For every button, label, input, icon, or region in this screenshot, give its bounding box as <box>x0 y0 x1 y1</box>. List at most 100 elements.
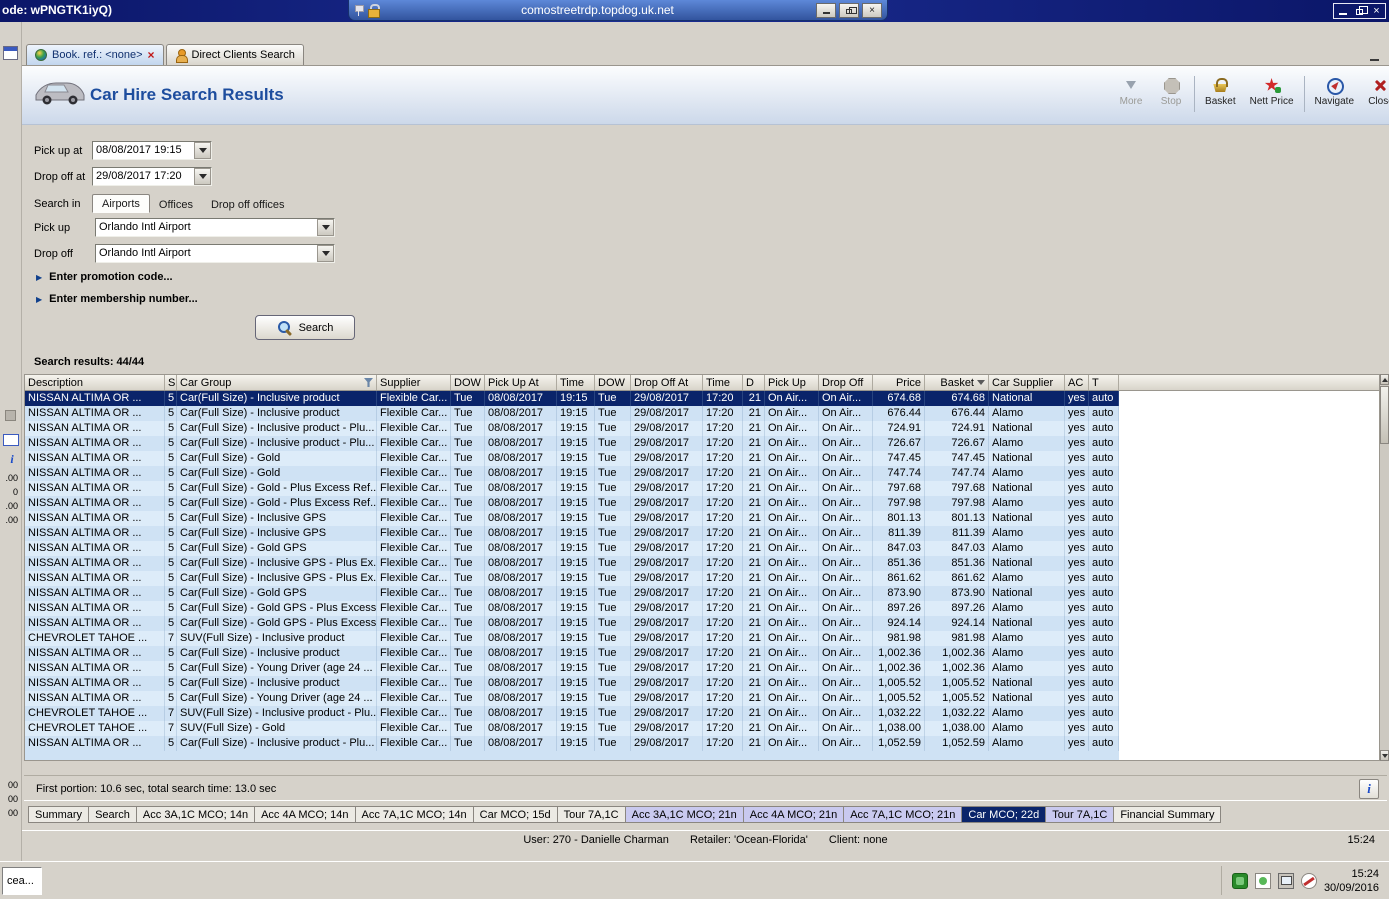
col-header-7-dow[interactable]: DOW <box>595 375 631 390</box>
table-row[interactable]: NISSAN ALTIMA OR ... 5 Car(Full Size) - Go… <box>25 586 1119 601</box>
toolbar-close-button[interactable]: Close <box>1361 74 1389 110</box>
dock-pin-icon[interactable] <box>5 410 16 421</box>
table-row[interactable]: NISSAN ALTIMA OR ... 5 Car(Full Size) - In… <box>25 556 1119 571</box>
workspace-tab-car-mco-15d[interactable]: Car MCO; 15d <box>472 806 558 823</box>
vertical-scrollbar[interactable] <box>1379 374 1389 761</box>
col-header-3-supplier[interactable]: Supplier <box>377 375 451 390</box>
search-in-tab-offices[interactable]: Offices <box>150 196 202 213</box>
toolbar-stop-button[interactable]: Stop <box>1151 74 1191 110</box>
chevron-down-icon[interactable] <box>194 168 211 185</box>
table-row[interactable]: NISSAN ALTIMA OR ... 5 Car(Full Size) - In… <box>25 436 1119 451</box>
col-header-16-ac[interactable]: AC <box>1065 375 1089 390</box>
table-row[interactable]: NISSAN ALTIMA OR ... 5 Car(Full Size) - Go… <box>25 481 1119 496</box>
table-row[interactable]: CHEVROLET TAHOE ... 7 SUV(Full Size) - Inc… <box>25 706 1119 721</box>
tray-app-green-icon[interactable] <box>1231 872 1248 889</box>
table-row[interactable]: NISSAN ALTIMA OR ... 5 Car(Full Size) - In… <box>25 421 1119 436</box>
scrollbar-thumb[interactable] <box>1380 386 1389 444</box>
table-row[interactable]: NISSAN ALTIMA OR ... 5 Car(Full Size) - Go… <box>25 496 1119 511</box>
col-header-13-price[interactable]: Price <box>873 375 925 390</box>
workspace-tab-car-mco-22d[interactable]: Car MCO; 22d <box>961 806 1047 823</box>
filter-funnel-icon[interactable] <box>364 378 373 387</box>
workspace-tab-acc-3a-1c-mco-21n[interactable]: Acc 3A,1C MCO; 21n <box>624 806 744 823</box>
workspace-tab-tour-7a-1c[interactable]: Tour 7A,1C <box>1045 806 1115 823</box>
workspace-tab-tour-7a-1c[interactable]: Tour 7A,1C <box>556 806 626 823</box>
membership-number-toggle[interactable]: ▶ Enter membership number... <box>36 293 198 305</box>
search-button[interactable]: Search <box>255 315 355 340</box>
table-row[interactable]: NISSAN ALTIMA OR ... 5 Car(Full Size) - Go… <box>25 451 1119 466</box>
table-row[interactable]: NISSAN ALTIMA OR ... 5 Car(Full Size) - In… <box>25 526 1119 541</box>
rdp-close-button[interactable]: × <box>862 2 882 18</box>
workspace-tab-acc-4a-mco-14n[interactable]: Acc 4A MCO; 14n <box>254 806 356 823</box>
col-header-1-s[interactable]: S <box>165 375 177 390</box>
dock-panel-icon[interactable] <box>3 46 18 60</box>
workspace-tab-acc-7a-1c-mco-14n[interactable]: Acc 7A,1C MCO; 14n <box>354 806 474 823</box>
pin-icon[interactable] <box>354 4 364 16</box>
col-header-12-drop-off[interactable]: Drop Off <box>819 375 873 390</box>
toolbar-nett-price-button[interactable]: Nett Price <box>1243 74 1301 110</box>
workspace-tab-acc-4a-mco-21n[interactable]: Acc 4A MCO; 21n <box>742 806 845 823</box>
doc-tab-direct-clients-search[interactable]: Direct Clients Search <box>165 44 304 65</box>
info-button[interactable]: i <box>1359 779 1379 799</box>
dropoff-at-combobox[interactable]: 29/08/2017 17:20 <box>92 167 212 186</box>
pickup-at-combobox[interactable]: 08/08/2017 19:15 <box>92 141 212 160</box>
chevron-down-icon[interactable] <box>317 245 334 262</box>
tabbar-minimize-button[interactable] <box>1367 48 1381 61</box>
scroll-up-button[interactable] <box>1380 374 1389 385</box>
col-header-17-t[interactable]: T <box>1089 375 1119 390</box>
rdp-restore-button[interactable] <box>839 2 859 18</box>
col-header-5-pick-up-at[interactable]: Pick Up At <box>485 375 557 390</box>
col-header-8-drop-off-at[interactable]: Drop Off At <box>631 375 703 390</box>
table-row[interactable] <box>25 751 1119 760</box>
search-in-tab-airports[interactable]: Airports <box>92 194 150 213</box>
window-close-button[interactable]: × <box>1368 4 1385 18</box>
col-header-15-car-supplier[interactable]: Car Supplier <box>989 375 1065 390</box>
dropoff-location-combobox[interactable]: Orlando Intl Airport <box>95 244 335 263</box>
search-in-tab-drop-off-offices[interactable]: Drop off offices <box>202 196 294 213</box>
chevron-down-icon[interactable] <box>194 142 211 159</box>
table-row[interactable]: NISSAN ALTIMA OR ... 5 Car(Full Size) - Yo… <box>25 691 1119 706</box>
table-row[interactable]: NISSAN ALTIMA OR ... 5 Car(Full Size) - In… <box>25 571 1119 586</box>
scroll-down-button[interactable] <box>1380 750 1389 761</box>
table-row[interactable]: CHEVROLET TAHOE ... 7 SUV(Full Size) - Gol… <box>25 721 1119 736</box>
col-header-4-dow[interactable]: DOW <box>451 375 485 390</box>
dock-info-icon[interactable]: i <box>6 452 18 466</box>
table-row[interactable]: NISSAN ALTIMA OR ... 5 Car(Full Size) - Go… <box>25 466 1119 481</box>
workspace-tab-acc-3a-1c-mco-14n[interactable]: Acc 3A,1C MCO; 14n <box>135 806 256 823</box>
table-row[interactable]: NISSAN ALTIMA OR ... 5 Car(Full Size) - Go… <box>25 541 1119 556</box>
workspace-tab-summary[interactable]: Summary <box>28 806 90 823</box>
tray-status-icon[interactable] <box>1254 872 1271 889</box>
dock-window-icon[interactable] <box>3 434 19 446</box>
promotion-code-toggle[interactable]: ▶ Enter promotion code... <box>36 271 173 283</box>
workspace-tab-search[interactable]: Search <box>88 806 137 823</box>
tray-alert-icon[interactable] <box>1300 872 1317 889</box>
rdp-minimize-button[interactable] <box>816 2 836 18</box>
col-header-2-car-group[interactable]: Car Group <box>177 375 377 390</box>
window-minimize-button[interactable] <box>1334 4 1351 18</box>
table-row[interactable]: NISSAN ALTIMA OR ... 5 Car(Full Size) - Go… <box>25 601 1119 616</box>
col-header-0-description[interactable]: Description <box>25 375 165 390</box>
col-header-11-pick-up[interactable]: Pick Up <box>765 375 819 390</box>
table-row[interactable]: NISSAN ALTIMA OR ... 5 Car(Full Size) - In… <box>25 391 1119 406</box>
table-row[interactable]: NISSAN ALTIMA OR ... 5 Car(Full Size) - In… <box>25 736 1119 751</box>
taskbar-task-button[interactable]: cea... <box>2 867 42 895</box>
table-row[interactable]: NISSAN ALTIMA OR ... 5 Car(Full Size) - In… <box>25 511 1119 526</box>
table-row[interactable]: NISSAN ALTIMA OR ... 5 Car(Full Size) - In… <box>25 676 1119 691</box>
col-header-9-time[interactable]: Time <box>703 375 743 390</box>
table-row[interactable]: NISSAN ALTIMA OR ... 5 Car(Full Size) - In… <box>25 406 1119 421</box>
workspace-tab-financial-summary[interactable]: Financial Summary <box>1113 806 1222 823</box>
tray-display-icon[interactable] <box>1277 872 1294 889</box>
table-row[interactable]: NISSAN ALTIMA OR ... 5 Car(Full Size) - In… <box>25 646 1119 661</box>
col-header-14-basket[interactable]: Basket <box>925 375 989 390</box>
tab-close-icon[interactable]: × <box>148 49 155 61</box>
toolbar-basket-button[interactable]: Basket <box>1198 74 1243 110</box>
doc-tab-book-ref-none[interactable]: Book. ref.: <none> × <box>26 44 164 65</box>
col-header-10-d[interactable]: D <box>743 375 765 390</box>
pickup-location-combobox[interactable]: Orlando Intl Airport <box>95 218 335 237</box>
window-restore-button[interactable] <box>1351 4 1368 18</box>
toolbar-more-button[interactable]: More <box>1111 74 1151 110</box>
toolbar-navigate-button[interactable]: Navigate <box>1308 74 1361 110</box>
workspace-tab-acc-7a-1c-mco-21n[interactable]: Acc 7A,1C MCO; 21n <box>843 806 963 823</box>
col-header-6-time[interactable]: Time <box>557 375 595 390</box>
chevron-down-icon[interactable] <box>317 219 334 236</box>
table-row[interactable]: CHEVROLET TAHOE ... 7 SUV(Full Size) - Inc… <box>25 631 1119 646</box>
